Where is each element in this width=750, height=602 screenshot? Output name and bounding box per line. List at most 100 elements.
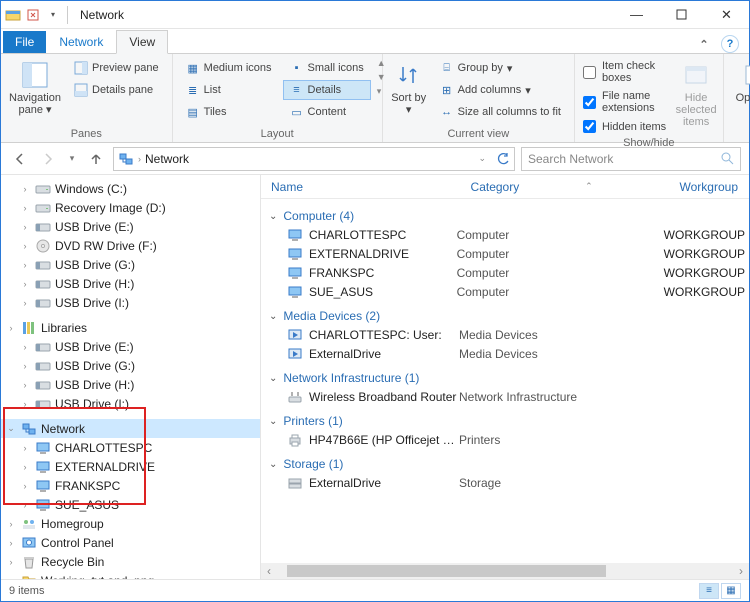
address-dropdown-icon[interactable]: ⌄	[472, 153, 492, 164]
list-item[interactable]: ExternalDrive Storage	[269, 473, 745, 492]
item-check-boxes-toggle[interactable]: Item check boxes	[581, 58, 672, 86]
tree-item[interactable]: › USB Drive (I:)	[1, 394, 260, 413]
expand-icon[interactable]: ›	[19, 241, 31, 251]
tree-network-pc[interactable]: › EXTERNALDRIVE	[1, 457, 260, 476]
collapse-group-icon[interactable]: ⌄	[269, 211, 277, 222]
expand-icon[interactable]: ›	[19, 481, 31, 491]
horizontal-scrollbar[interactable]: ‹ ›	[261, 563, 749, 579]
scroll-thumb[interactable]	[287, 565, 606, 577]
expand-icon[interactable]: ⌄	[5, 423, 17, 434]
recent-locations-button[interactable]: ▾	[65, 148, 79, 170]
tree-item[interactable]: › USB Drive (E:)	[1, 217, 260, 236]
tree-item[interactable]: › Recovery Image (D:)	[1, 198, 260, 217]
expand-icon[interactable]: ›	[19, 279, 31, 289]
tree-network[interactable]: ⌄ Network	[1, 419, 260, 438]
search-box[interactable]: Search Network	[521, 147, 741, 171]
navigation-pane-button[interactable]: Navigation pane ▾	[7, 58, 63, 116]
hide-selected-items-button[interactable]: Hide selected items	[676, 58, 717, 128]
tab-network[interactable]: Network	[46, 30, 116, 54]
scroll-right-icon[interactable]: ›	[733, 564, 749, 578]
forward-button[interactable]	[37, 148, 59, 170]
close-button[interactable]: ✕	[704, 1, 749, 29]
expand-icon[interactable]: ›	[19, 260, 31, 270]
tree-item[interactable]: › Windows (C:)	[1, 179, 260, 198]
column-name[interactable]: Name	[261, 175, 461, 198]
back-button[interactable]	[9, 148, 31, 170]
collapse-group-icon[interactable]: ⌄	[269, 416, 277, 427]
expand-icon[interactable]: ›	[5, 538, 17, 548]
tree-network-pc[interactable]: › CHARLOTTESPC	[1, 438, 260, 457]
list-item[interactable]: CHARLOTTESPC Computer WORKGROUP	[269, 225, 745, 244]
collapse-group-icon[interactable]: ⌄	[269, 311, 277, 322]
group-header[interactable]: ⌄Media Devices (2)	[269, 301, 745, 325]
column-category[interactable]: Category⌃	[461, 175, 670, 198]
layout-medium-icons[interactable]: ▦Medium icons	[179, 58, 279, 78]
tree-item[interactable]: › USB Drive (H:)	[1, 274, 260, 293]
expand-icon[interactable]: ›	[19, 361, 31, 371]
collapse-group-icon[interactable]: ⌄	[269, 459, 277, 470]
collapse-ribbon-icon[interactable]: ⌃	[695, 35, 713, 53]
tree-item[interactable]: › Working .txt and .png	[1, 571, 260, 579]
add-columns-button[interactable]: ⊞Add columns ▾	[433, 80, 568, 100]
list-item[interactable]: HP47B66E (HP Officejet Pro 251dw Printer…	[269, 430, 745, 449]
group-header[interactable]: ⌄Storage (1)	[269, 449, 745, 473]
minimize-button[interactable]: —	[614, 1, 659, 29]
layout-small-icons[interactable]: ▪Small icons	[283, 58, 371, 78]
expand-icon[interactable]: ›	[19, 203, 31, 213]
expand-icon[interactable]: ›	[19, 222, 31, 232]
expand-icon[interactable]: ›	[19, 399, 31, 409]
tree-network-pc[interactable]: › FRANKSPC	[1, 476, 260, 495]
details-pane-button[interactable]: Details pane	[67, 80, 166, 100]
view-large-icons-button[interactable]: ▦	[721, 583, 741, 599]
tab-file[interactable]: File	[3, 31, 46, 53]
tree-network-pc[interactable]: › SUE_ASUS	[1, 495, 260, 514]
sort-by-button[interactable]: Sort by ▾	[389, 58, 429, 116]
navigation-tree[interactable]: › Windows (C:) › Recovery Image (D:) › U…	[1, 175, 261, 579]
tree-item[interactable]: › DVD RW Drive (F:)	[1, 236, 260, 255]
column-headers[interactable]: Name Category⌃ Workgroup	[261, 175, 749, 199]
qat-dropdown-icon[interactable]: ▾	[45, 7, 61, 23]
layout-tiles[interactable]: ▤Tiles	[179, 102, 279, 122]
file-name-extensions-toggle[interactable]: File name extensions	[581, 88, 672, 116]
tree-item[interactable]: › Recycle Bin	[1, 552, 260, 571]
content-body[interactable]: ⌄Computer (4) CHARLOTTESPC Computer WORK…	[261, 199, 749, 563]
help-icon[interactable]: ?	[721, 35, 739, 53]
view-details-button[interactable]: ≡	[699, 583, 719, 599]
collapse-group-icon[interactable]: ⌄	[269, 373, 277, 384]
list-item[interactable]: EXTERNALDRIVE Computer WORKGROUP	[269, 244, 745, 263]
list-item[interactable]: ExternalDrive Media Devices	[269, 344, 745, 363]
group-header[interactable]: ⌄Computer (4)	[269, 201, 745, 225]
tree-item[interactable]: › USB Drive (I:)	[1, 293, 260, 312]
options-button[interactable]: Options▾	[730, 58, 750, 116]
expand-icon[interactable]: ›	[19, 342, 31, 352]
list-item[interactable]: CHARLOTTESPC: User: Media Devices	[269, 325, 745, 344]
expand-icon[interactable]: ›	[19, 184, 31, 194]
expand-icon[interactable]: ›	[5, 557, 17, 567]
scroll-left-icon[interactable]: ‹	[261, 564, 277, 578]
tree-item[interactable]: › Homegroup	[1, 514, 260, 533]
list-item[interactable]: Wireless Broadband Router Network Infras…	[269, 387, 745, 406]
refresh-button[interactable]	[496, 152, 510, 166]
group-by-button[interactable]: ⌸Group by ▾	[433, 58, 568, 78]
preview-pane-button[interactable]: Preview pane	[67, 58, 166, 78]
tree-item[interactable]: › USB Drive (G:)	[1, 255, 260, 274]
size-all-columns-button[interactable]: ↔Size all columns to fit	[433, 102, 568, 122]
tree-item[interactable]: › USB Drive (G:)	[1, 356, 260, 375]
up-button[interactable]	[85, 148, 107, 170]
layout-list[interactable]: ≣List	[179, 80, 279, 100]
expand-icon[interactable]: ›	[19, 500, 31, 510]
expand-icon[interactable]: ›	[5, 576, 17, 580]
maximize-button[interactable]	[659, 1, 704, 29]
expand-icon[interactable]: ›	[19, 298, 31, 308]
tree-libraries[interactable]: › Libraries	[1, 318, 260, 337]
expand-icon[interactable]: ›	[19, 380, 31, 390]
column-workgroup[interactable]: Workgroup	[670, 175, 749, 198]
tab-view[interactable]: View	[116, 30, 168, 54]
tree-item[interactable]: › USB Drive (E:)	[1, 337, 260, 356]
expand-icon[interactable]: ›	[19, 443, 31, 453]
tree-item[interactable]: › Control Panel	[1, 533, 260, 552]
list-item[interactable]: SUE_ASUS Computer WORKGROUP	[269, 282, 745, 301]
group-header[interactable]: ⌄Network Infrastructure (1)	[269, 363, 745, 387]
list-item[interactable]: FRANKSPC Computer WORKGROUP	[269, 263, 745, 282]
tree-item[interactable]: › USB Drive (H:)	[1, 375, 260, 394]
